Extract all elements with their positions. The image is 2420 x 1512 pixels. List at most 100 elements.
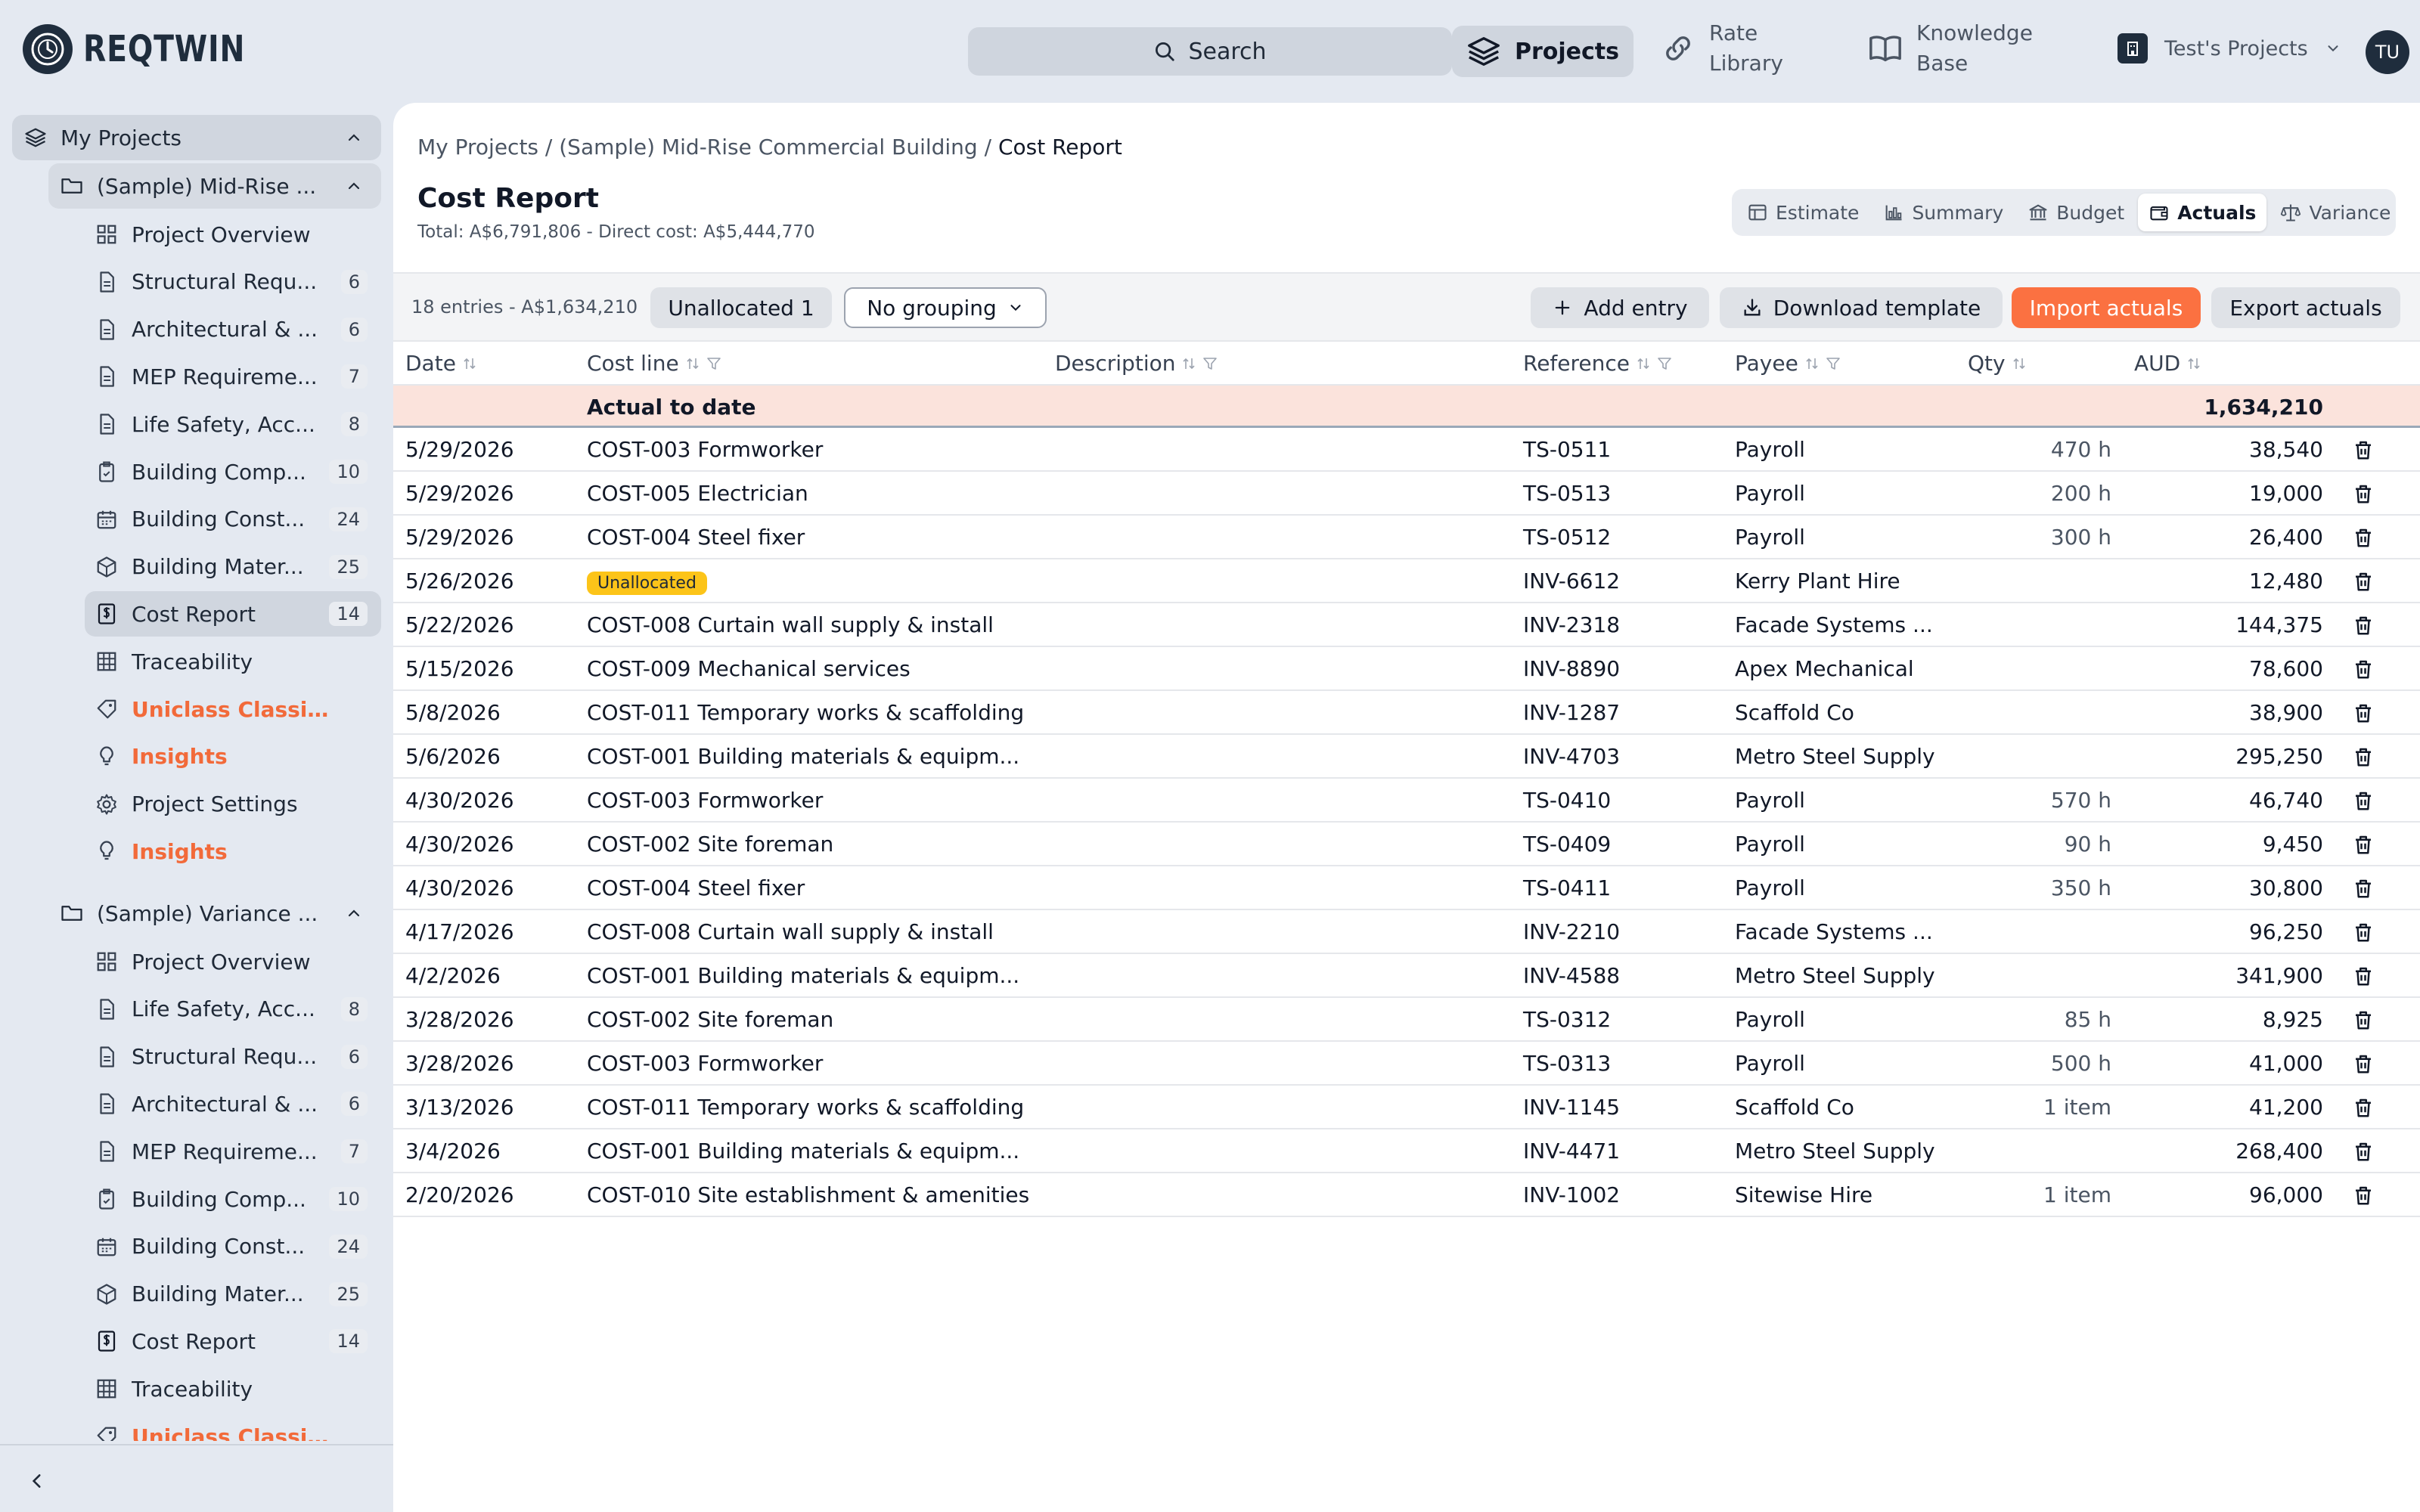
filter-icon[interactable] [1826, 355, 1841, 372]
sidebar-item-cost-report[interactable]: Cost Report 14 [85, 1318, 381, 1364]
col-description[interactable]: Description [1055, 351, 1218, 376]
sidebar-project-mid-rise[interactable]: (Sample) Mid-Rise ... [48, 163, 381, 209]
tab-variance[interactable]: Variance [2270, 194, 2401, 231]
filter-icon[interactable] [706, 355, 721, 372]
sidebar-item-building-const[interactable]: Building Const... 24 [85, 1224, 381, 1269]
sidebar-item-cost-report[interactable]: Cost Report 14 [85, 591, 381, 637]
table-row[interactable]: 3/13/2026 COST-011 Temporary works & scaf… [393, 1086, 2420, 1129]
sidebar-item-structural-requ[interactable]: Structural Requ... 6 [85, 259, 381, 305]
delete-row-button[interactable] [2352, 1009, 2375, 1036]
sidebar-my-projects[interactable]: My Projects [12, 115, 381, 160]
org-switcher[interactable]: Test's Projects [2118, 33, 2341, 64]
sidebar-project-variance[interactable]: (Sample) Variance ... [48, 891, 381, 936]
table-row[interactable]: 4/30/2026 COST-003 Formworker TS-0410 Payro… [393, 779, 2420, 823]
delete-row-button[interactable] [2352, 1096, 2375, 1124]
col-qty[interactable]: Qty [1968, 351, 2027, 376]
table-row[interactable]: 5/8/2026 COST-011 Temporary works & scaff… [393, 691, 2420, 735]
sidebar-item-building-mater[interactable]: Building Mater... 25 [85, 544, 381, 590]
export-actuals-button[interactable]: Export actuals [2211, 287, 2400, 328]
sidebar-item-life-safety-acc[interactable]: Life Safety, Acc... 8 [85, 987, 381, 1032]
delete-row-button[interactable] [2352, 570, 2375, 598]
table-row[interactable]: 4/30/2026 COST-004 Steel fixer TS-0411 Payr… [393, 866, 2420, 910]
sort-icon[interactable] [1804, 355, 1820, 372]
tab-estimate[interactable]: Estimate [1736, 194, 1869, 231]
breadcrumb-project[interactable]: (Sample) Mid-Rise Commercial Building [559, 135, 977, 160]
sidebar-item-project-settings[interactable]: Project Settings [85, 782, 381, 827]
table-row[interactable]: 5/29/2026 COST-003 Formworker TS-0511 Payro… [393, 428, 2420, 472]
nav-projects[interactable]: Projects [1452, 26, 1634, 77]
unallocated-filter-button[interactable]: Unallocated 1 [650, 287, 832, 328]
logo[interactable]: REQTWIN [23, 24, 281, 74]
tab-actuals[interactable]: Actuals [2138, 194, 2267, 231]
sidebar-item-building-comp[interactable]: Building Comp... 10 [85, 1176, 381, 1222]
sort-icon[interactable] [1636, 355, 1651, 372]
sidebar-item-insights[interactable]: Insights [85, 829, 381, 874]
sidebar-item-building-mater[interactable]: Building Mater... 25 [85, 1272, 381, 1317]
col-aud[interactable]: AUD [2134, 351, 2201, 376]
sidebar-item-life-safety-acc[interactable]: Life Safety, Acc... 8 [85, 401, 381, 447]
sort-icon[interactable] [2186, 355, 2201, 372]
sidebar-item-architectural[interactable]: Architectural & ... 6 [85, 307, 381, 352]
table-row[interactable]: 5/29/2026 COST-005 Electrician TS-0513 Payr… [393, 472, 2420, 516]
col-reference[interactable]: Reference [1523, 351, 1672, 376]
delete-row-button[interactable] [2352, 1184, 2375, 1212]
filter-icon[interactable] [1657, 355, 1672, 372]
unallocated-badge[interactable]: Unallocated [587, 572, 707, 595]
sidebar-item-project-overview[interactable]: Project Overview [85, 939, 381, 984]
sidebar-item-traceability[interactable]: Traceability [85, 1366, 381, 1411]
tab-summary[interactable]: Summary [1872, 194, 2014, 231]
sidebar-item-uniclass-classific[interactable]: Uniclass Classific... [85, 686, 381, 732]
search-button[interactable]: Search [968, 27, 1452, 76]
filter-icon[interactable] [1202, 355, 1218, 372]
table-row[interactable]: 4/2/2026 COST-001 Building materials & eq… [393, 954, 2420, 998]
sidebar-item-insights[interactable]: Insights [85, 734, 381, 779]
table-row[interactable]: 5/22/2026 COST-008 Curtain wall supply & … [393, 603, 2420, 647]
table-row[interactable]: 5/15/2026 COST-009 Mechanical services INV… [393, 647, 2420, 691]
delete-row-button[interactable] [2352, 526, 2375, 554]
sidebar-scroll-area[interactable]: My Projects (Sample) Mid-Rise ... Projec… [0, 103, 393, 1441]
delete-row-button[interactable] [2352, 702, 2375, 730]
nav-knowledge-base[interactable]: Knowledge Base [1868, 18, 2033, 79]
sidebar-item-traceability[interactable]: Traceability [85, 639, 381, 684]
table-row[interactable]: 5/6/2026 COST-001 Building materials & eq… [393, 735, 2420, 779]
table-row[interactable]: 2/20/2026 COST-010 Site establishment & a… [393, 1173, 2420, 1217]
table-row[interactable]: 5/29/2026 COST-004 Steel fixer TS-0512 Payr… [393, 516, 2420, 559]
sidebar-item-architectural[interactable]: Architectural & ... 6 [85, 1081, 381, 1126]
table-row[interactable]: 5/26/2026 Unallocated INV-6612 Kerry Plant … [393, 559, 2420, 603]
delete-row-button[interactable] [2352, 745, 2375, 773]
download-template-button[interactable]: Download template [1720, 287, 2003, 328]
nav-rate-library[interactable]: Rate Library [1661, 18, 1783, 79]
col-cost-line[interactable]: Cost line [587, 351, 721, 376]
delete-row-button[interactable] [2352, 482, 2375, 510]
sort-icon[interactable] [1181, 355, 1196, 372]
delete-row-button[interactable] [2352, 965, 2375, 993]
table-row[interactable]: 3/28/2026 COST-003 Formworker TS-0313 Payro… [393, 1042, 2420, 1086]
table-row[interactable]: 3/4/2026 COST-001 Building materials & eq… [393, 1129, 2420, 1173]
table-row[interactable]: 4/30/2026 COST-002 Site foreman TS-0409 Pay… [393, 823, 2420, 866]
import-actuals-button[interactable]: Import actuals [2012, 287, 2201, 328]
delete-row-button[interactable] [2352, 438, 2375, 466]
add-entry-button[interactable]: Add entry [1531, 287, 1709, 328]
tab-budget[interactable]: Budget [2017, 194, 2135, 231]
sidebar-item-mep-requireme[interactable]: MEP Requireme... 7 [85, 1129, 381, 1174]
table-row[interactable]: 3/28/2026 COST-002 Site foreman TS-0312 Pay… [393, 998, 2420, 1042]
delete-row-button[interactable] [2352, 1052, 2375, 1080]
sidebar-item-uniclass-classific[interactable]: Uniclass Classific... [85, 1414, 381, 1441]
sidebar-item-building-comp[interactable]: Building Comp... 10 [85, 449, 381, 494]
delete-row-button[interactable] [2352, 921, 2375, 949]
delete-row-button[interactable] [2352, 1140, 2375, 1168]
delete-row-button[interactable] [2352, 614, 2375, 642]
table-row[interactable]: 4/17/2026 COST-008 Curtain wall supply & … [393, 910, 2420, 954]
sidebar-item-structural-requ[interactable]: Structural Requ... 6 [85, 1034, 381, 1080]
collapse-sidebar-icon[interactable] [27, 1471, 47, 1491]
avatar[interactable]: TU [2366, 30, 2409, 74]
sidebar-item-project-overview[interactable]: Project Overview [85, 212, 381, 257]
sort-icon[interactable] [2012, 355, 2027, 372]
sidebar-item-mep-requireme[interactable]: MEP Requireme... 7 [85, 354, 381, 399]
col-payee[interactable]: Payee [1735, 351, 1841, 376]
delete-row-button[interactable] [2352, 658, 2375, 686]
breadcrumb-my-projects[interactable]: My Projects [417, 135, 538, 160]
grouping-select[interactable]: No grouping [844, 287, 1047, 328]
col-date[interactable]: Date [405, 351, 477, 376]
delete-row-button[interactable] [2352, 877, 2375, 905]
